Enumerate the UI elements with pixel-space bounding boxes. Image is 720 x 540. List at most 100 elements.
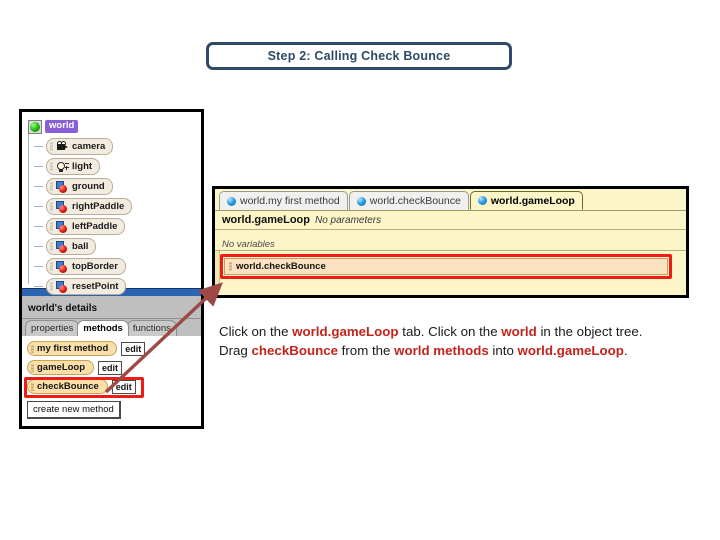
tree-connector	[34, 246, 43, 247]
tree-node-world[interactable]: world	[28, 118, 79, 135]
variables-text: No variables	[222, 239, 275, 250]
drag-grip-icon	[50, 222, 53, 231]
methods-list: my first method edit gameLoop edit check…	[22, 336, 201, 426]
tree-node-leftpaddle[interactable]: leftPaddle	[46, 218, 126, 235]
method-dot-icon	[356, 196, 366, 206]
tree-node-ground[interactable]: ground	[46, 178, 113, 195]
object-icon	[56, 260, 69, 273]
tab-label: world.my first method	[240, 195, 340, 207]
tree-connector	[34, 226, 43, 227]
edit-button[interactable]: edit	[98, 360, 123, 375]
tree-connector	[34, 206, 43, 207]
variables-row: No variables	[215, 229, 686, 251]
method-signature: world.gameLoop No parameters	[215, 210, 686, 229]
tree-node-label: light	[72, 160, 93, 172]
camera-icon	[56, 140, 69, 153]
details-header: world's details	[22, 296, 201, 319]
tree-node-resetpoint[interactable]: resetPoint	[46, 278, 127, 295]
object-tree: world camera light ground rightPaddle le…	[22, 112, 201, 295]
method-label: gameLoop	[37, 361, 86, 373]
tab-world-my-first-method[interactable]: world.my first method	[219, 191, 348, 210]
tree-connector	[34, 266, 43, 267]
instruction-highlight-3: checkBounce	[251, 343, 338, 358]
tree-connector	[34, 286, 43, 287]
tree-row-resetpoint[interactable]: resetPoint	[28, 277, 201, 296]
object-icon	[56, 200, 69, 213]
editor-gutter	[215, 251, 220, 288]
method-row-my-first-method: my first method edit	[27, 341, 201, 356]
drag-grip-icon	[31, 344, 34, 353]
tree-connector	[34, 186, 43, 187]
instruction-seg-2: tab. Click on the	[398, 324, 502, 339]
tree-row-light[interactable]: light	[28, 157, 201, 176]
method-tile-checkbounce[interactable]: checkBounce	[27, 379, 108, 394]
screenshot-root: Step 2: Calling Check Bounce world camer…	[0, 0, 720, 540]
method-dot-icon	[477, 196, 487, 205]
instruction-highlight-2: world	[501, 324, 537, 339]
method-row-checkbounce: checkBounce edit	[27, 379, 201, 394]
signature-name: world.gameLoop	[222, 214, 310, 226]
alice-editor-panel: world.my first method world.checkBounce …	[212, 186, 689, 298]
drag-grip-icon	[50, 182, 53, 191]
method-tile-gameloop[interactable]: gameLoop	[27, 360, 95, 375]
tree-row-leftpaddle[interactable]: leftPaddle	[28, 217, 201, 236]
green-sphere-icon	[28, 119, 42, 134]
tree-node-light[interactable]: light	[46, 158, 101, 175]
tree-row-ground[interactable]: ground	[28, 177, 201, 196]
drag-grip-icon	[50, 162, 53, 171]
tab-world-checkbounce[interactable]: world.checkBounce	[348, 191, 469, 210]
drag-grip-icon	[50, 242, 53, 251]
tree-node-label: camera	[72, 140, 106, 152]
tree-node-label: ball	[72, 240, 89, 252]
alice-left-panel: world camera light ground rightPaddle le…	[19, 109, 204, 429]
edit-button[interactable]: edit	[121, 341, 146, 356]
object-icon	[56, 280, 69, 293]
tab-methods[interactable]: methods	[77, 320, 129, 336]
tree-node-label: topBorder	[72, 260, 118, 272]
drag-grip-icon	[50, 142, 53, 151]
instruction-seg-6: .	[623, 343, 628, 358]
drag-grip-icon	[31, 382, 34, 391]
details-title: world's details	[28, 303, 98, 314]
step-banner: Step 2: Calling Check Bounce	[206, 42, 512, 70]
instruction-seg-5: into	[488, 343, 518, 358]
drag-grip-icon	[31, 363, 34, 372]
editor-body: world.checkBounce	[215, 251, 686, 288]
tab-label: world.checkBounce	[369, 195, 461, 207]
tree-row-camera[interactable]: camera	[28, 137, 201, 156]
tree-node-label: resetPoint	[72, 280, 119, 292]
tab-properties[interactable]: properties	[25, 320, 80, 336]
edit-button[interactable]: edit	[111, 379, 136, 394]
object-icon	[56, 180, 69, 193]
object-icon	[56, 220, 69, 233]
tree-row-topborder[interactable]: topBorder	[28, 257, 201, 276]
tree-node-label: leftPaddle	[72, 220, 118, 232]
create-new-method-button[interactable]: create new method	[27, 401, 121, 419]
statement-label: world.checkBounce	[236, 261, 326, 272]
instruction-seg-1: Click on the	[219, 324, 293, 339]
drag-grip-icon	[50, 202, 53, 211]
tree-row-ball[interactable]: ball	[28, 237, 201, 256]
instruction-text: Click on the world.gameLoop tab. Click o…	[219, 322, 674, 360]
tab-functions[interactable]: functions	[126, 320, 177, 336]
drag-grip-icon	[229, 262, 232, 271]
object-icon	[56, 240, 69, 253]
step-banner-title: Step 2: Calling Check Bounce	[267, 49, 451, 63]
tab-label: world.gameLoop	[490, 194, 575, 207]
tree-node-rightpaddle[interactable]: rightPaddle	[46, 198, 133, 215]
method-row-gameloop: gameLoop edit	[27, 360, 201, 375]
method-dot-icon	[227, 196, 236, 206]
method-label: checkBounce	[37, 380, 99, 392]
drag-grip-icon	[50, 282, 53, 291]
tree-row-rightpaddle[interactable]: rightPaddle	[28, 197, 201, 216]
tab-world-gameloop[interactable]: world.gameLoop	[469, 191, 583, 210]
tree-node-topborder[interactable]: topBorder	[46, 258, 126, 275]
method-label: my first method	[37, 342, 109, 354]
tree-node-ball[interactable]: ball	[46, 238, 97, 255]
statement-world-checkbounce[interactable]: world.checkBounce	[224, 258, 668, 275]
tree-row-world[interactable]: world	[28, 117, 201, 136]
tree-node-camera[interactable]: camera	[46, 138, 114, 155]
light-icon	[56, 161, 69, 173]
instruction-highlight-4: world methods	[394, 343, 489, 358]
method-tile-my-first-method[interactable]: my first method	[27, 341, 118, 356]
